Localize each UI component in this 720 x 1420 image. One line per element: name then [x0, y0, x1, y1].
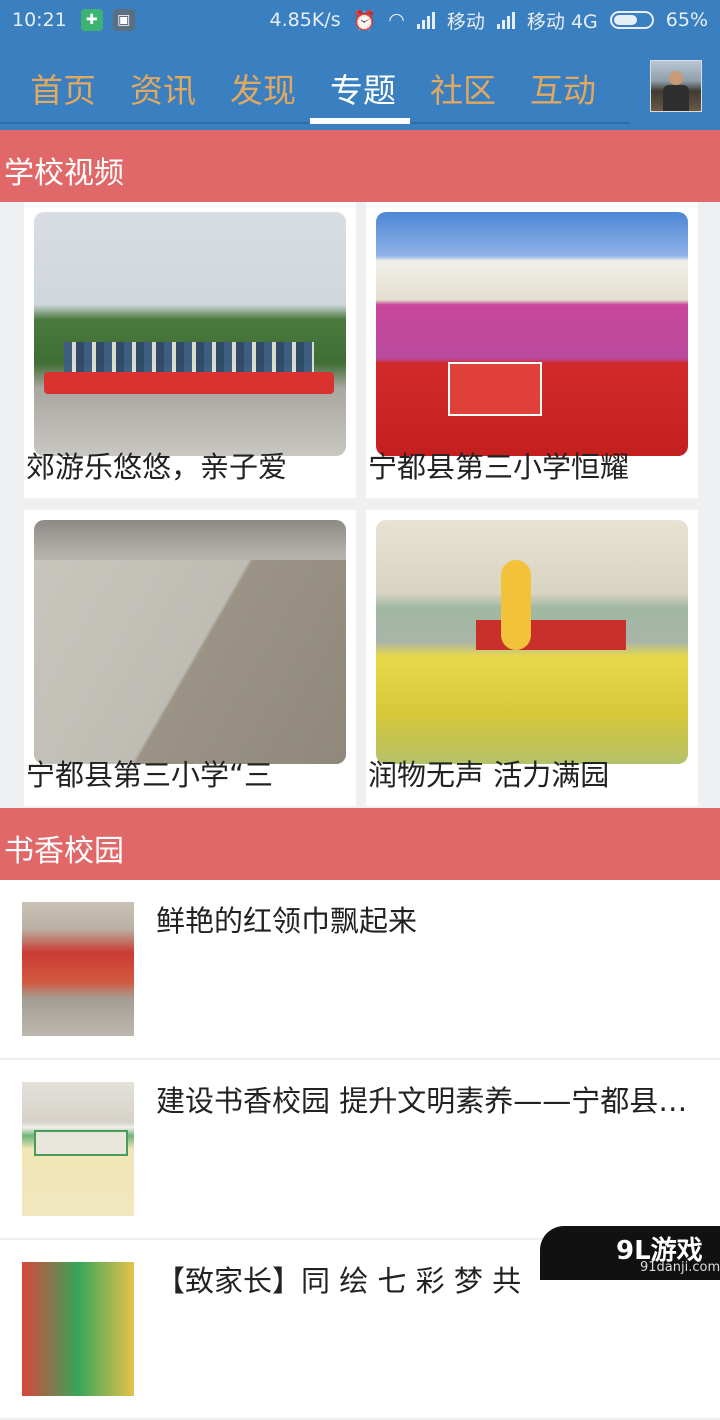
video-caption: 宁都县第三小学恒耀 [368, 450, 630, 484]
tab-home[interactable]: 首页 [30, 64, 96, 112]
article-item-1[interactable]: 鲜艳的红领巾飘起来 [0, 880, 720, 1060]
article-thumbnail [22, 1082, 134, 1216]
reading-corner-sign [34, 1130, 128, 1156]
status-bar: 10:21 ✚ ▣ 4.85K/s ⏰ ◠ 移动 移动 4G 65% [0, 0, 720, 40]
video-card-2[interactable]: 宁都县第三小学恒耀 [366, 202, 698, 498]
wifi-icon: ◠ [388, 9, 405, 31]
active-tab-indicator [310, 118, 410, 124]
section-title: 学校视频 [4, 156, 124, 191]
stage [476, 620, 626, 650]
status-time: 10:21 [12, 9, 67, 31]
tab-discover[interactable]: 发现 [230, 64, 296, 112]
video-card-3[interactable]: 宁都县第三小学“三 [24, 510, 356, 806]
user-avatar[interactable] [650, 60, 702, 112]
tab-topics[interactable]: 专题 [330, 64, 396, 112]
street-scene [34, 560, 346, 764]
battery-percent: 65% [665, 9, 708, 31]
avatar-head [669, 71, 683, 85]
article-title: 建设书香校园 提升文明素养——宁都县第三小学 [156, 1084, 696, 1118]
top-nav: 首页 资讯 发现 专题 社区 互动 [0, 40, 720, 130]
avatar-body [663, 85, 689, 111]
article-title: 鲜艳的红领巾飘起来 [156, 904, 418, 938]
site-watermark: 9L游戏 91danji.com [540, 1226, 720, 1280]
article-thumbnail [22, 1262, 134, 1396]
video-card-4[interactable]: 润物无声 活力满园 [366, 510, 698, 806]
tab-community[interactable]: 社区 [430, 64, 496, 112]
carrier-1: 移动 [446, 10, 485, 33]
signal-icon [416, 11, 435, 29]
video-card-1[interactable]: 郊游乐悠悠，亲子爱 [24, 202, 356, 498]
battery-icon [609, 11, 654, 29]
section-header-scholarly-campus: 书香校园 [0, 808, 720, 880]
banner [44, 372, 334, 394]
video-caption: 郊游乐悠悠，亲子爱 [26, 450, 288, 484]
video-thumbnail [376, 520, 688, 764]
watermark-site: 91danji.com [640, 1260, 720, 1275]
carrier-2: 移动 4G [526, 10, 598, 33]
signal-icon-2 [496, 11, 515, 29]
shield-icon: ✚ [80, 9, 103, 31]
video-caption: 润物无声 活力满园 [368, 758, 610, 792]
video-thumbnail [376, 212, 688, 456]
dancer [501, 560, 531, 650]
app-notification-icon: ▣ [112, 9, 135, 31]
donation-sign [448, 362, 542, 416]
tab-news[interactable]: 资讯 [130, 64, 196, 112]
video-caption: 宁都县第三小学“三 [26, 758, 274, 792]
alarm-icon: ⏰ [352, 9, 377, 32]
video-thumbnail [34, 520, 346, 764]
tab-interact[interactable]: 互动 [530, 64, 596, 112]
article-thumbnail [22, 902, 134, 1036]
section-header-school-videos: 学校视频 [0, 130, 720, 202]
section-title: 书香校园 [4, 834, 124, 869]
video-thumbnail [34, 212, 346, 456]
net-speed: 4.85K/s [269, 9, 341, 31]
article-item-2[interactable]: 建设书香校园 提升文明素养——宁都县第三小学 [0, 1060, 720, 1240]
